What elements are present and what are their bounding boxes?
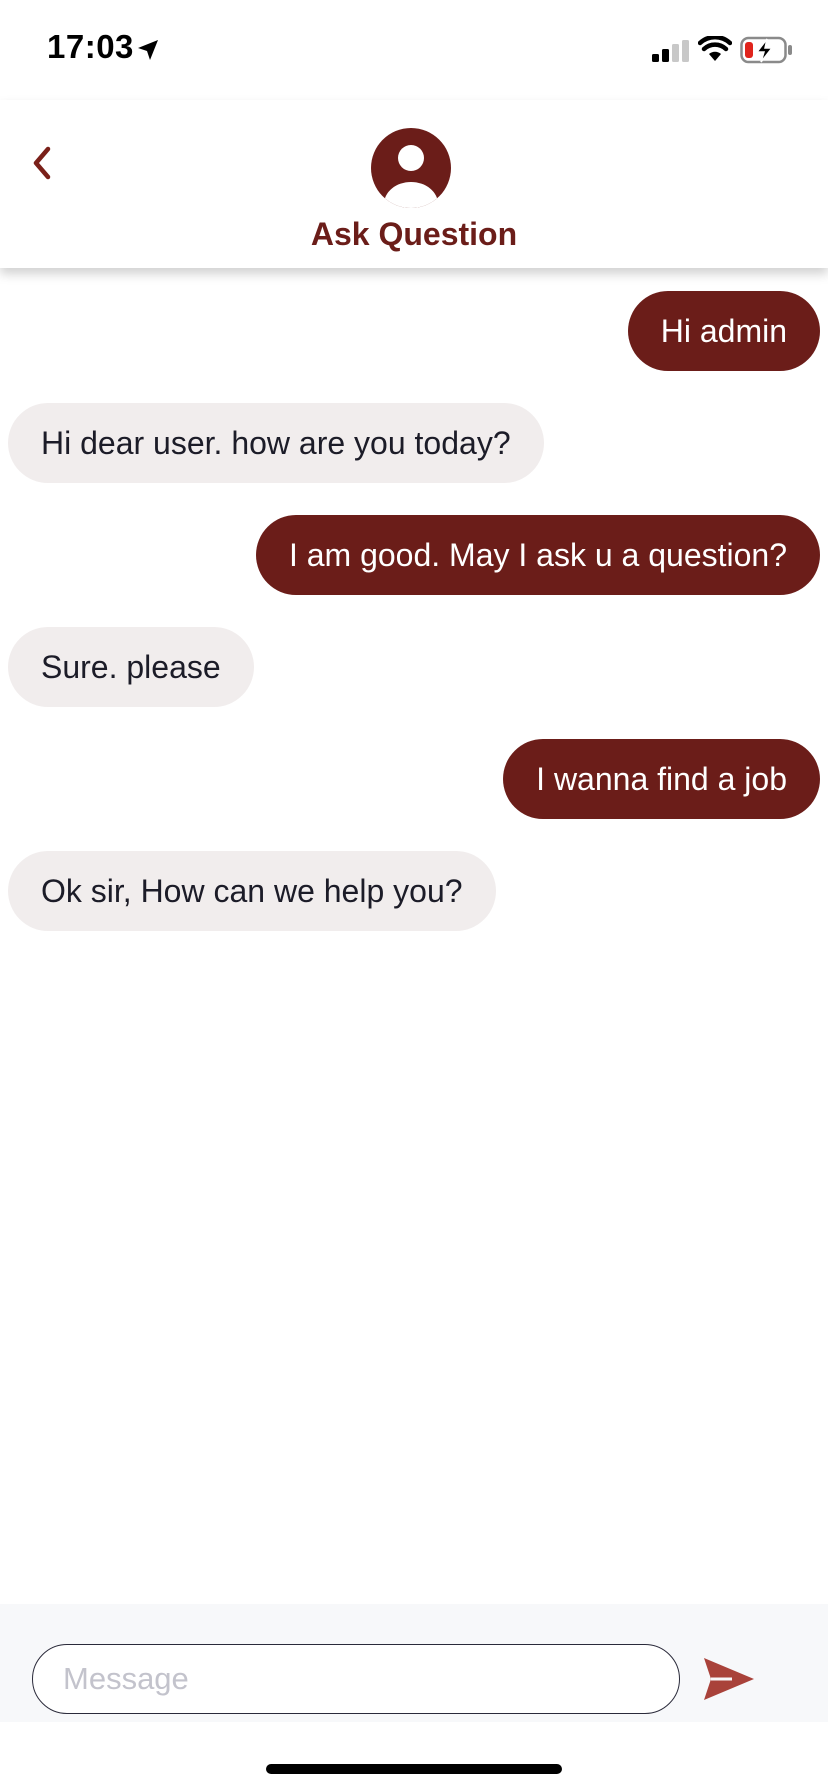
home-indicator[interactable] [266, 1764, 562, 1774]
back-button[interactable] [22, 138, 62, 188]
user-avatar-icon[interactable] [371, 128, 451, 208]
status-time: 17:03 [47, 28, 134, 65]
battery-charging-icon [740, 36, 792, 64]
message-outgoing: I am good. May I ask u a question? [255, 515, 820, 595]
location-arrow-icon [138, 40, 158, 60]
page-title: Ask Question [310, 216, 518, 252]
chat-header: Ask Question [0, 100, 828, 268]
message-outgoing: Hi admin [627, 291, 820, 371]
message-input[interactable] [32, 1644, 680, 1714]
status-bar: 17:03 [0, 0, 828, 100]
send-icon[interactable] [702, 1656, 756, 1702]
message-incoming: Sure. please [8, 627, 254, 707]
message-incoming: Ok sir, How can we help you? [8, 851, 496, 931]
message-outgoing: I wanna find a job [503, 739, 820, 819]
message-incoming: Hi dear user. how are you today? [8, 403, 544, 483]
message-composer [0, 1604, 828, 1722]
wifi-icon [698, 36, 732, 61]
cellular-signal-icon [652, 40, 689, 62]
chevron-left-icon [33, 146, 51, 180]
chat-messages[interactable]: Hi admin Hi dear user. how are you today… [0, 268, 828, 1604]
